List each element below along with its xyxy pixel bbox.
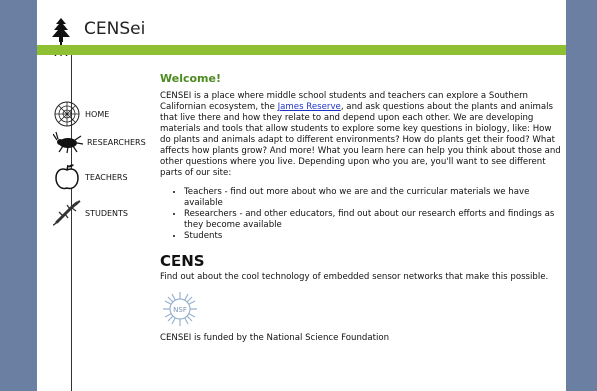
list-item-students: Students xyxy=(184,231,562,242)
nav-label-teachers: TEACHERS xyxy=(85,172,128,182)
site-title[interactable]: CENSei xyxy=(84,19,145,39)
nav-item-researchers[interactable]: RESEARCHERS xyxy=(53,130,146,154)
spider-web-icon xyxy=(54,101,80,127)
list-item-researchers: Researchers - and other educators, find … xyxy=(184,209,562,231)
intro-text-end: , and ask questions about the plants and… xyxy=(160,102,561,178)
nav-label-home: HOME xyxy=(85,109,110,119)
intro-paragraph: CENSEI is a place where middle school st… xyxy=(160,91,562,179)
header: CENSei xyxy=(37,0,566,56)
nav-item-home[interactable]: HOME xyxy=(53,100,109,128)
funding-statement: CENSEI is funded by the National Science… xyxy=(160,333,390,343)
cens-logo[interactable]: CENS xyxy=(160,250,206,270)
list-item-teachers: Teachers - find out more about who we ar… xyxy=(184,187,562,209)
lizard-icon xyxy=(53,200,81,226)
main-content: Welcome! CENSEI is a place where middle … xyxy=(160,73,562,344)
welcome-heading: Welcome! xyxy=(160,72,221,85)
nav-item-teachers[interactable]: TEACHERS xyxy=(53,163,128,191)
page: CENSei HOME RESEARCHERS TEACHERS STUDENT… xyxy=(37,0,566,391)
audience-list: Teachers - find out more about who we ar… xyxy=(160,187,562,242)
cens-description: Find out about the cool technology of em… xyxy=(160,272,549,282)
nsf-logo[interactable]: NSF xyxy=(162,291,198,327)
nav-item-students[interactable]: STUDENTS xyxy=(53,200,128,226)
james-reserve-link[interactable]: James Reserve xyxy=(278,102,341,112)
apple-icon xyxy=(55,164,79,190)
nav-label-students: STUDENTS xyxy=(85,208,128,218)
green-header-bar xyxy=(37,45,566,55)
nav-label-researchers: RESEARCHERS xyxy=(87,137,146,147)
nsf-logo-text: NSF xyxy=(173,306,187,314)
cens-logo-text: CENS xyxy=(160,252,205,270)
beetle-icon xyxy=(53,131,83,154)
